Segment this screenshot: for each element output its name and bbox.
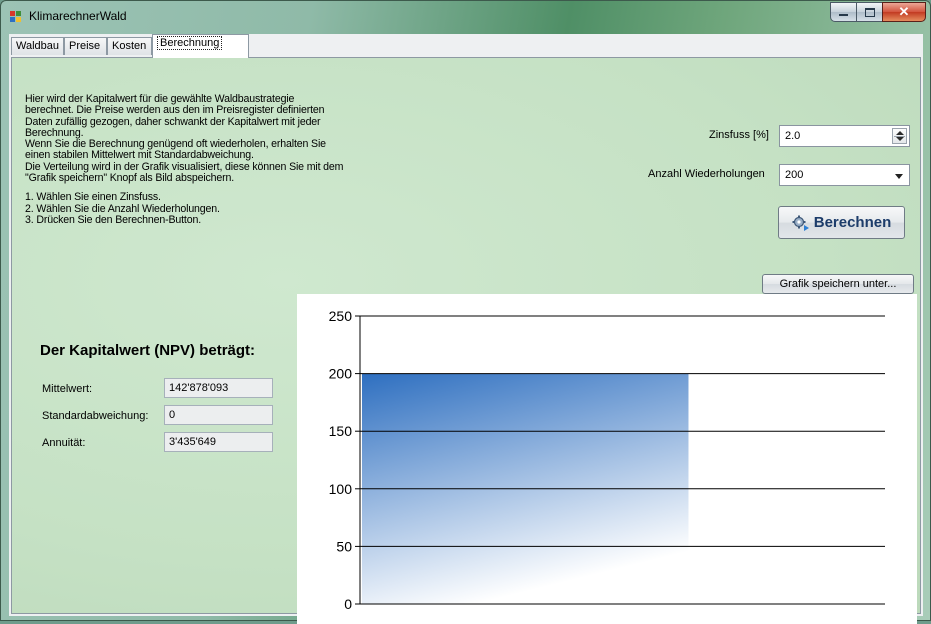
zinsfuss-spinner[interactable] — [892, 128, 907, 144]
tab-label: Berechnung — [157, 36, 223, 50]
berechnung-page: Hier wird der Kapitalwert für die gewähl… — [11, 57, 921, 624]
tab-kosten[interactable]: Kosten — [107, 37, 152, 55]
y-tick-label: 200 — [329, 366, 353, 382]
y-tick-label: 0 — [344, 596, 352, 612]
grafik-speichern-label: Grafik speichern unter... — [779, 278, 897, 290]
tab-label: Preise — [69, 40, 101, 52]
tab-label: Waldbau — [16, 40, 60, 52]
npv-distribution-chart: 0 50 100 150 200 250 — [297, 294, 917, 624]
y-tick-label: 150 — [329, 423, 353, 439]
zinsfuss-value: 2.0 — [785, 130, 801, 142]
step-line: 3. Drücken Sie den Berechnen-Button. — [25, 213, 201, 226]
chart-svg: 0 50 100 150 200 250 — [329, 308, 885, 612]
window-title: KlimarechnerWald — [29, 9, 127, 23]
step-line: 1. Wählen Sie einen Zinsfuss. — [25, 191, 161, 204]
app-icon — [10, 11, 22, 23]
description-line: berechnet. Die Preise werden aus den im … — [25, 104, 325, 117]
client-area: Waldbau Preise Kosten Berechnung Hier wi… — [9, 34, 923, 624]
chevron-down-icon — [895, 174, 903, 179]
title-bar[interactable]: KlimarechnerWald ✕ — [1, 1, 930, 34]
close-button[interactable]: ✕ — [882, 2, 926, 22]
standardabweichung-field[interactable]: 0 — [164, 405, 273, 425]
mittelwert-field[interactable]: 142'878'093 — [164, 378, 273, 398]
close-icon: ✕ — [898, 4, 910, 19]
wiederholungen-label: Anzahl Wiederholungen — [648, 168, 765, 180]
description-line: "Grafik speichern" Knopf als Bild abspei… — [25, 172, 235, 185]
spinner-up-icon[interactable] — [896, 131, 904, 135]
zinsfuss-input[interactable]: 2.0 — [779, 125, 910, 147]
wiederholungen-select[interactable]: 200 — [779, 164, 910, 186]
y-tick-label: 100 — [329, 481, 353, 497]
npv-heading: Der Kapitalwert (NPV) beträgt: — [40, 342, 256, 359]
spinner-down-icon[interactable] — [896, 137, 904, 141]
standardabweichung-label: Standardabweichung: — [42, 410, 149, 422]
grafik-speichern-button[interactable]: Grafik speichern unter... — [762, 274, 914, 294]
tab-waldbau[interactable]: Waldbau — [11, 37, 64, 55]
mittelwert-label: Mittelwert: — [42, 383, 93, 395]
description-text: Hier wird der Kapitalwert für die gewähl… — [25, 93, 405, 226]
zinsfuss-label: Zinsfuss [%] — [709, 129, 769, 141]
app-window: KlimarechnerWald ✕ Waldbau Preise Kosten… — [0, 0, 931, 624]
minimize-icon — [839, 14, 848, 16]
y-tick-label: 50 — [336, 538, 352, 554]
maximize-button[interactable] — [856, 2, 883, 22]
tab-berechnung[interactable]: Berechnung — [152, 34, 249, 58]
calculator-gear-icon — [792, 215, 809, 231]
annuitaet-label: Annuität: — [42, 437, 86, 449]
tab-preise[interactable]: Preise — [64, 37, 107, 55]
tab-label: Kosten — [112, 40, 147, 52]
maximize-icon — [864, 7, 875, 17]
annuitaet-field[interactable]: 3'435'649 — [164, 432, 273, 452]
y-tick-label: 250 — [329, 308, 353, 324]
wiederholungen-value: 200 — [785, 169, 804, 181]
berechnen-button[interactable]: Berechnen — [778, 206, 905, 239]
berechnen-label: Berechnen — [813, 214, 892, 231]
minimize-button[interactable] — [830, 2, 857, 22]
